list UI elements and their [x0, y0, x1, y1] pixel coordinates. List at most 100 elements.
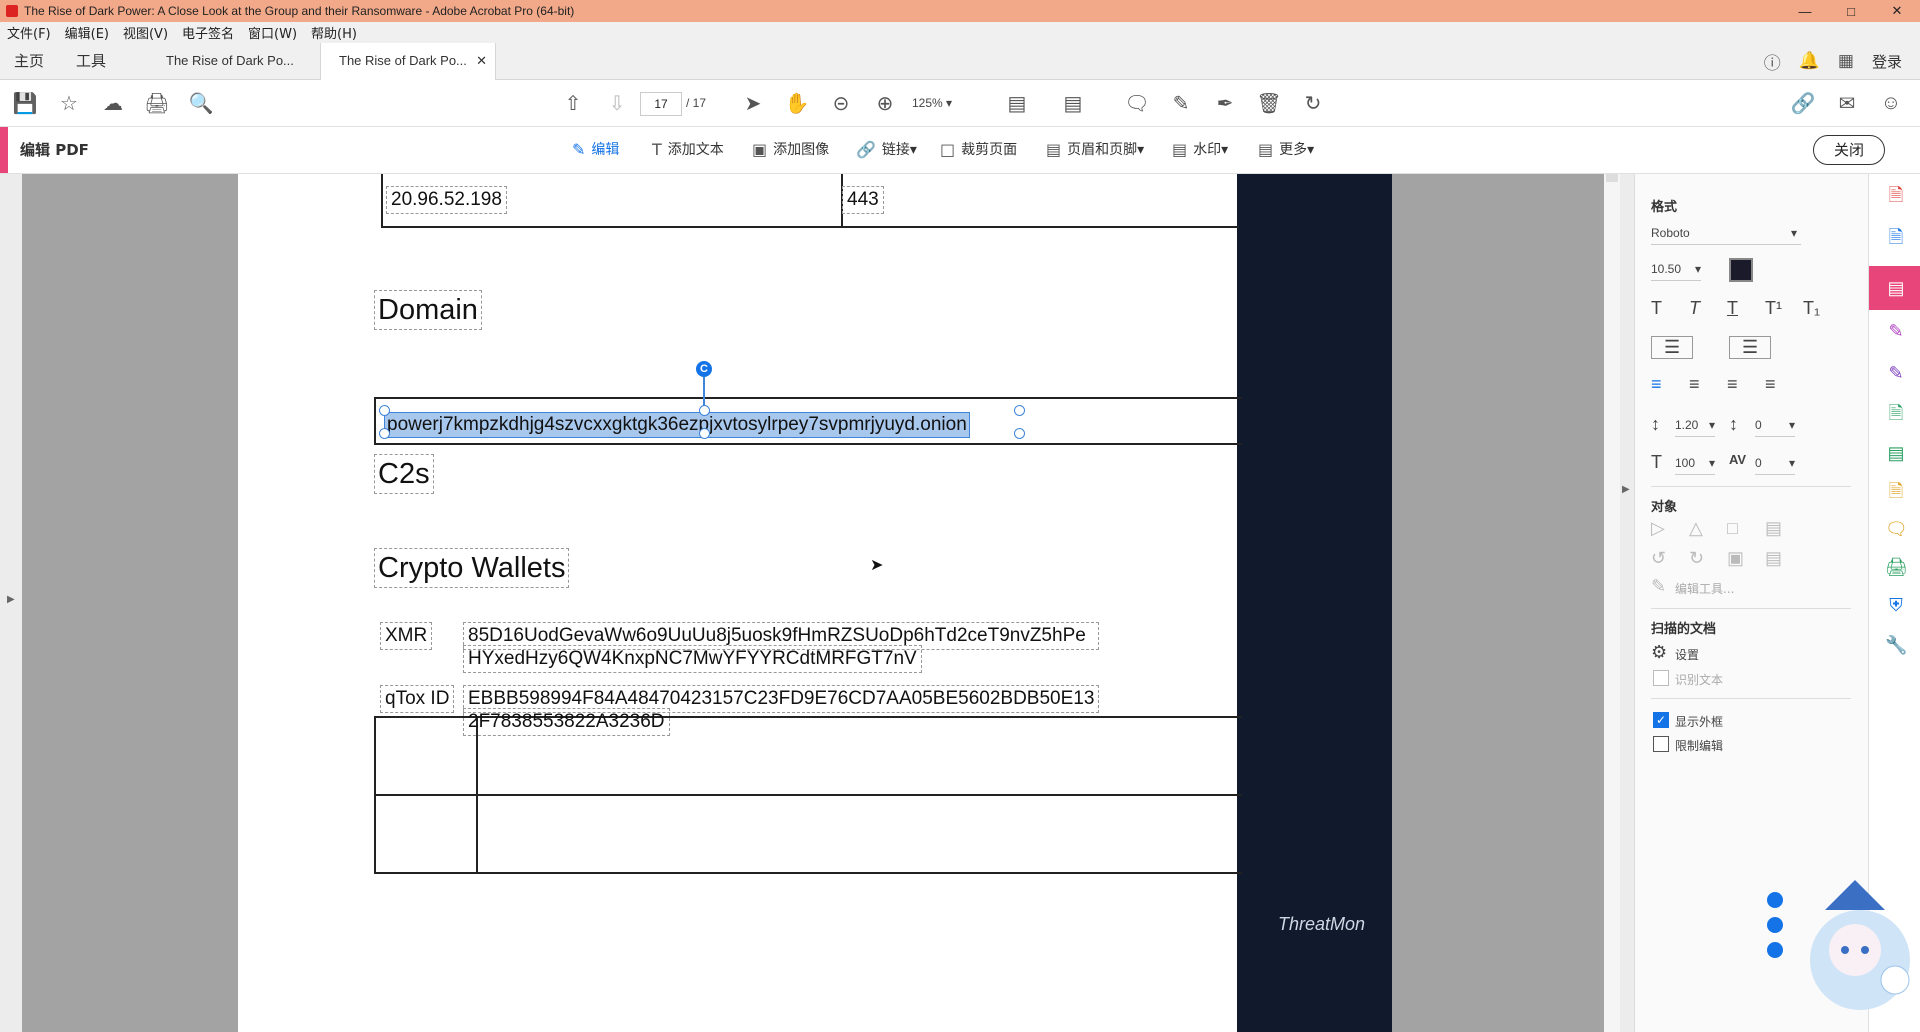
sign-icon[interactable]: ✒ [1212, 90, 1238, 116]
login-button[interactable]: 登录 [1872, 51, 1902, 72]
request-signature-icon[interactable]: ✎ [1885, 362, 1907, 384]
arrange-icon[interactable]: ▤ [1765, 548, 1782, 569]
save-icon[interactable]: 💾 [12, 90, 38, 116]
font-family-select[interactable]: Roboto ▾ [1651, 222, 1801, 245]
export-pdf-icon[interactable]: 🗎 [1885, 226, 1907, 248]
c2s-heading[interactable]: C2s [374, 454, 434, 494]
page-number-input[interactable]: 17 [640, 92, 682, 116]
print-icon[interactable]: 🖨 [144, 90, 170, 116]
rotate-cw-icon[interactable]: ↻ [1689, 548, 1704, 569]
share-link-icon[interactable]: 🔗 [1790, 90, 1816, 116]
delete-icon[interactable]: 🗑 [1256, 90, 1282, 116]
select-arrow-icon[interactable]: ➤ [740, 90, 766, 116]
subscript-icon[interactable]: T₁ [1803, 298, 1820, 319]
xmr-address-line2[interactable]: HYxedHzy6QW4KnxpNC7MwYFYYRCdtMRFGT7nV [463, 645, 922, 673]
edit-pdf-icon[interactable]: ▤ [1885, 277, 1907, 299]
line-spacing-select[interactable]: 1.20 ▾ [1675, 414, 1715, 437]
print-production-icon[interactable]: 🖨 [1885, 556, 1908, 578]
align-left-icon[interactable]: ≡ [1651, 374, 1662, 395]
paragraph-spacing-select[interactable]: 0 ▾ [1755, 414, 1795, 437]
horizontal-scale-select[interactable]: 100 ▾ [1675, 452, 1715, 475]
right-panel-toggle[interactable]: ▶ [1620, 174, 1634, 1032]
bullet-list-icon[interactable]: ☰ [1651, 336, 1694, 359]
scroll-thumb[interactable] [1606, 174, 1618, 182]
upload-cloud-icon[interactable]: ☁ [100, 90, 126, 116]
bold-text-icon[interactable]: T [1651, 298, 1662, 319]
watermark-button[interactable]: ▤ 水印 ▾ [1172, 127, 1228, 173]
resize-handle-tm[interactable] [699, 405, 710, 416]
prev-page-icon[interactable]: ⇧ [560, 90, 586, 116]
document-canvas[interactable]: ThreatMon 20.96.52.198 443 Domain C powe… [22, 174, 1604, 1032]
menu-edit[interactable]: 编辑(E) [58, 23, 116, 42]
maximize-button[interactable]: □ [1828, 0, 1874, 22]
tab-document-1[interactable]: The Rise of Dark Po... [148, 43, 320, 79]
scan-ocr-icon[interactable]: 🗎 [1885, 480, 1907, 502]
star-icon[interactable]: ☆ [56, 90, 82, 116]
add-text-button[interactable]: T 添加文本 [652, 127, 724, 173]
align-right-icon[interactable]: ≡ [1727, 374, 1738, 395]
align-center-icon[interactable]: ≡ [1689, 374, 1700, 395]
combine-files-icon[interactable]: 🗎 [1885, 402, 1907, 424]
bell-icon[interactable]: 🔔 [1799, 51, 1820, 71]
highlight-pen-icon[interactable]: ✎ [1168, 90, 1194, 116]
apps-grid-icon[interactable]: ▦ [1838, 51, 1854, 71]
link-button[interactable]: 🔗 链接 ▾ [856, 127, 917, 173]
pdf-page[interactable]: ThreatMon 20.96.52.198 443 Domain C powe… [238, 174, 1392, 1032]
add-image-button[interactable]: ▣ 添加图像 [752, 127, 829, 173]
edit-tool-button[interactable]: ✎ 编辑 [572, 127, 619, 173]
domain-heading[interactable]: Domain [374, 290, 482, 330]
crop-image-icon[interactable]: □ [1727, 518, 1738, 539]
more-button[interactable]: ▤ 更多 ▾ [1258, 127, 1314, 173]
account-icon[interactable]: ☺ [1878, 90, 1904, 116]
font-color-swatch[interactable] [1729, 258, 1753, 282]
qtox-label[interactable]: qTox ID [380, 685, 455, 713]
ip-address-text[interactable]: 20.96.52.198 [386, 186, 507, 214]
header-footer-button[interactable]: ▤ 页眉和页脚 ▾ [1046, 127, 1144, 173]
recognize-text-checkbox[interactable] [1653, 670, 1669, 686]
zoom-out-icon[interactable]: ⊝ [828, 90, 854, 116]
numbered-list-icon[interactable]: ☰ [1729, 336, 1772, 359]
fill-sign-icon[interactable]: ✎ [1885, 320, 1907, 342]
justify-icon[interactable]: ≡ [1765, 374, 1776, 395]
comment-icon[interactable]: 🗨 [1124, 90, 1150, 116]
zoom-in-icon[interactable]: ⊕ [872, 90, 898, 116]
underline-text-icon[interactable]: T [1727, 298, 1738, 319]
minimize-button[interactable]: — [1782, 0, 1828, 22]
tab-document-2[interactable]: The Rise of Dark Po... ✕ [320, 43, 496, 80]
font-size-select[interactable]: 10.50 ▾ [1651, 258, 1701, 281]
email-icon[interactable]: ✉ [1834, 90, 1860, 116]
menu-help[interactable]: 帮助(H) [304, 23, 364, 42]
close-edit-button[interactable]: 关闭 [1813, 135, 1885, 165]
resize-handle-bl[interactable] [379, 428, 390, 439]
edit-using-select[interactable]: 编辑工具... [1675, 580, 1734, 597]
page-fit-icon[interactable]: ▤ [1004, 90, 1030, 116]
italic-text-icon[interactable]: T [1689, 298, 1700, 319]
comment-tool-icon[interactable]: 🗨 [1885, 518, 1908, 540]
redo-icon[interactable]: ↻ [1300, 90, 1326, 116]
xmr-label[interactable]: XMR [380, 622, 433, 650]
more-tools-icon[interactable]: 🔧 [1885, 634, 1907, 656]
qtox-id-line2[interactable]: 2F7838553822A3236D [463, 708, 670, 736]
tab-home[interactable]: 主页 [14, 43, 44, 79]
protect-icon[interactable]: ⛨ [1885, 594, 1907, 616]
menu-file[interactable]: 文件(F) [0, 23, 58, 42]
vertical-scrollbar[interactable] [1604, 174, 1620, 1032]
menu-esign[interactable]: 电子签名 [175, 23, 241, 42]
resize-handle-tr[interactable] [1014, 405, 1025, 416]
mascot-widget[interactable] [1765, 880, 1915, 1030]
replace-image-icon[interactable]: ▣ [1727, 548, 1744, 569]
resize-handle-bm[interactable] [699, 428, 710, 439]
rotate-handle-icon[interactable]: C [696, 361, 712, 377]
superscript-icon[interactable]: T¹ [1765, 298, 1782, 319]
scan-settings-link[interactable]: 设置 [1675, 646, 1699, 663]
crop-pages-button[interactable]: □ 裁剪页面 [940, 127, 1017, 173]
close-window-button[interactable]: ✕ [1874, 0, 1920, 22]
show-bounding-box-checkbox[interactable]: ✓ [1653, 712, 1669, 728]
left-panel-toggle[interactable]: ▶ [0, 174, 22, 1032]
port-text[interactable]: 443 [842, 186, 884, 214]
crypto-wallets-heading[interactable]: Crypto Wallets [374, 548, 570, 588]
align-objects-icon[interactable]: ▤ [1765, 518, 1782, 539]
hand-icon[interactable]: ✋ [784, 90, 810, 116]
create-pdf-icon[interactable]: 🗎 [1885, 184, 1907, 206]
scroll-mode-icon[interactable]: ▤ [1060, 90, 1086, 116]
